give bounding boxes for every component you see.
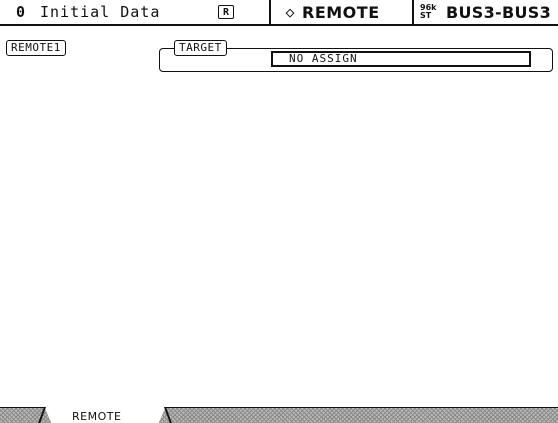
recall-icon: R [218, 5, 234, 19]
page-title: REMOTE [302, 2, 380, 22]
header-divider [412, 0, 414, 24]
sample-rate-icon: 96k ST [420, 0, 444, 24]
scene-name: Initial Data [40, 3, 161, 21]
remote-layer-label: REMOTE1 [6, 40, 66, 56]
bus-label: BUS3-BUS3 [446, 2, 552, 22]
header-divider [269, 0, 271, 24]
scene-number: 0 [16, 3, 26, 21]
target-label: TARGET [174, 40, 227, 56]
target-assign-field[interactable]: NO ASSIGN [271, 51, 531, 67]
title-bar: 0 Initial Data R ◇ REMOTE 96k ST BUS3-BU… [0, 0, 558, 26]
sample-rate-bottom: ST [420, 11, 432, 20]
tab-remote-label: REMOTE [72, 410, 122, 423]
diamond-icon: ◇ [285, 3, 295, 21]
